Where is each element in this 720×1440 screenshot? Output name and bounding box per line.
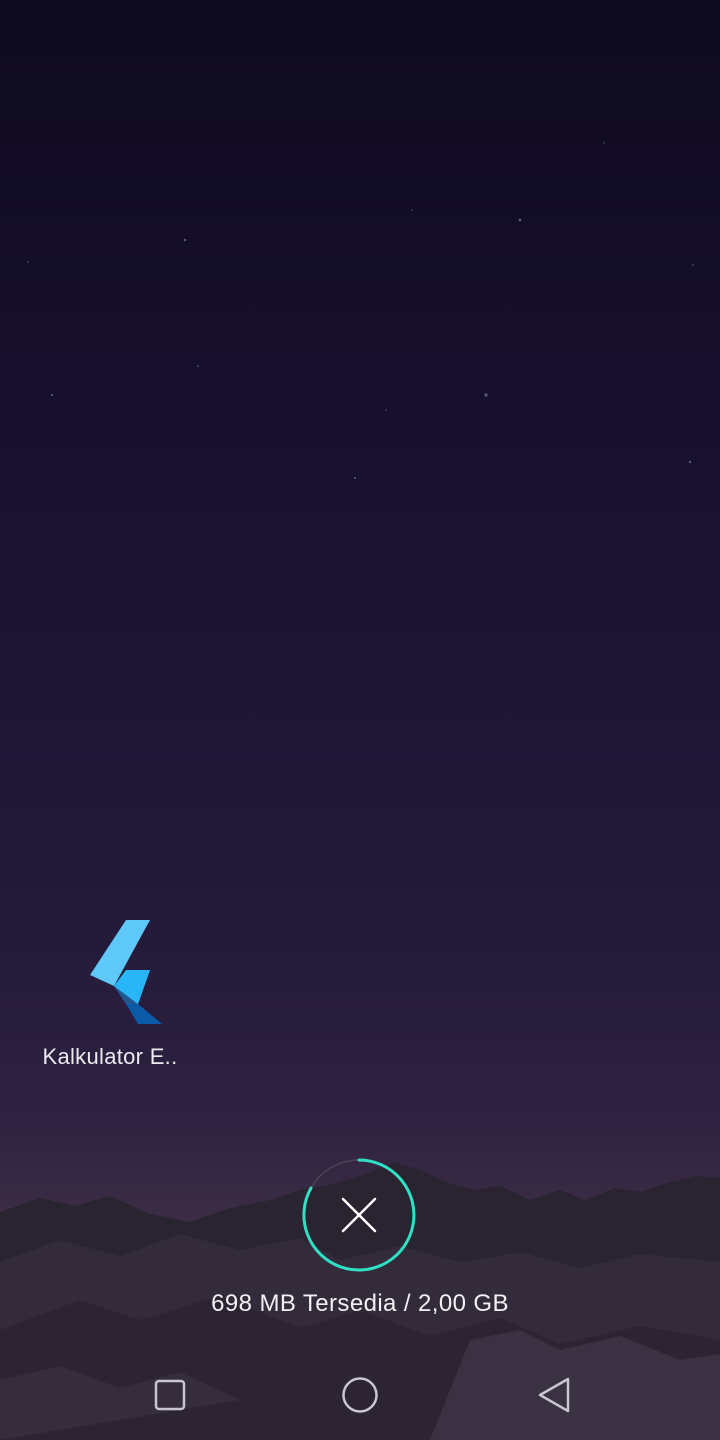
back-nav-button[interactable] [530, 1370, 580, 1420]
app-label: Kalkulator E.. [42, 1044, 178, 1069]
clear-all-button[interactable] [301, 1157, 417, 1273]
home-nav-button[interactable] [335, 1370, 385, 1420]
flutter-logo-icon [90, 920, 162, 1024]
triangle-back-icon [538, 1377, 570, 1413]
recents-screen: Kalkulator E.. 698 MB Tersedia / 2,00 GB [0, 0, 720, 1440]
recent-app-card[interactable]: Kalkulator E.. [30, 910, 190, 1080]
close-icon [341, 1197, 377, 1233]
square-icon [154, 1379, 186, 1411]
recents-nav-button[interactable] [145, 1370, 195, 1420]
memory-status: 698 MB Tersedia / 2,00 GB [211, 1290, 509, 1317]
circle-icon [342, 1377, 378, 1413]
navigation-bar [0, 1350, 720, 1440]
